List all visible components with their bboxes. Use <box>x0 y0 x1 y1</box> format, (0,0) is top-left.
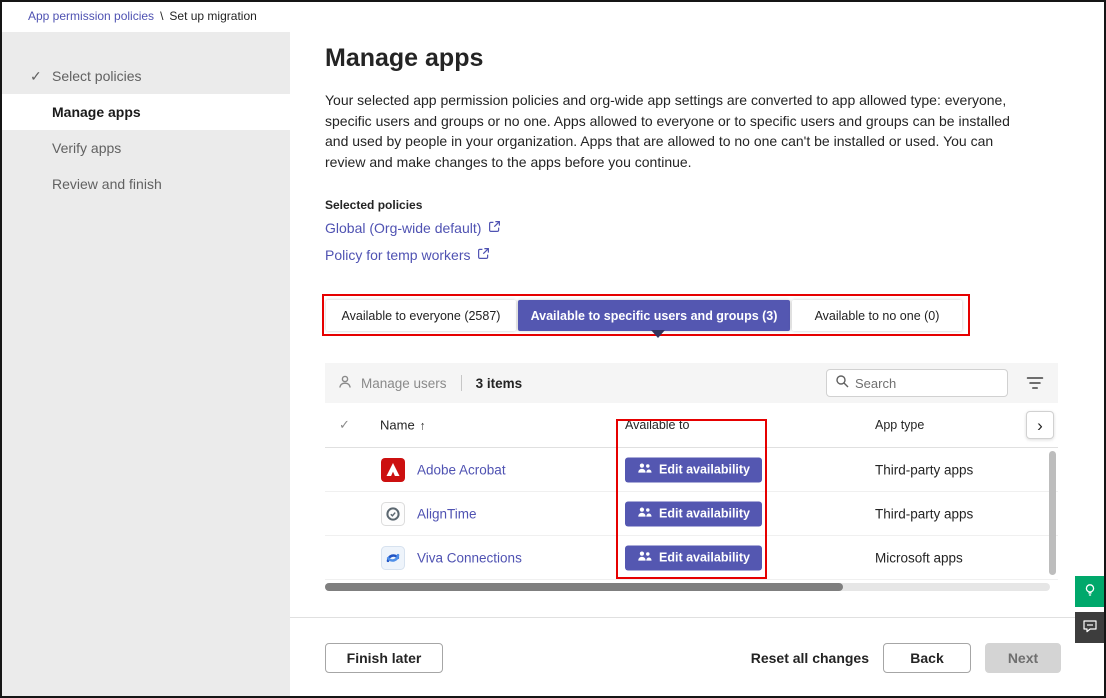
column-header-app-type[interactable]: App type <box>875 418 924 432</box>
external-link-icon <box>477 247 490 263</box>
viva-connections-icon <box>381 546 405 570</box>
check-icon: ✓ <box>30 67 42 84</box>
app-name-link[interactable]: Viva Connections <box>417 550 522 565</box>
sidebar-item-label: Manage apps <box>52 104 141 120</box>
feedback-button[interactable] <box>1075 612 1104 643</box>
policy-link-global[interactable]: Global (Org-wide default) <box>325 220 501 236</box>
lightbulb-icon <box>1082 582 1098 601</box>
table-row[interactable]: AlignTime Edit availability Third-party … <box>325 492 1058 536</box>
app-type-cell: Microsoft apps <box>875 550 963 565</box>
sidebar-item-label: Select policies <box>52 68 142 84</box>
sort-ascending-icon: ↑ <box>419 418 426 433</box>
external-link-icon <box>488 220 501 236</box>
manage-users-label: Manage users <box>361 375 447 391</box>
people-icon <box>637 507 652 521</box>
availability-tabs: Available to everyone (2587) Available t… <box>326 300 962 331</box>
top-bar: App permission policies \ Set up migrati… <box>0 0 1106 32</box>
app-name-link[interactable]: AlignTime <box>417 506 477 521</box>
footer-actions: Reset all changes Back Next <box>751 643 1061 673</box>
aligntime-icon <box>381 502 405 526</box>
scroll-columns-right-button[interactable]: › <box>1026 411 1054 439</box>
page-title: Manage apps <box>325 44 484 72</box>
tab-available-to-everyone[interactable]: Available to everyone (2587) <box>326 300 516 331</box>
items-count: 3 items <box>475 375 523 391</box>
back-button[interactable]: Back <box>883 643 971 673</box>
app-window: App permission policies \ Set up migrati… <box>0 0 1106 698</box>
tab-available-to-specific-users[interactable]: Available to specific users and groups (… <box>518 300 790 331</box>
tab-available-to-no-one[interactable]: Available to no one (0) <box>792 300 962 331</box>
reset-all-changes-button[interactable]: Reset all changes <box>751 650 869 666</box>
breadcrumb: App permission policies \ Set up migrati… <box>28 9 257 23</box>
selected-policies-label: Selected policies <box>325 198 423 212</box>
next-button[interactable]: Next <box>985 643 1061 673</box>
sidebar-item-verify-apps[interactable]: Verify apps <box>0 130 290 166</box>
sidebar-item-review-finish[interactable]: Review and finish <box>0 166 290 202</box>
filter-button[interactable] <box>1024 374 1046 392</box>
toolbar-divider <box>460 375 462 391</box>
vertical-scrollbar[interactable] <box>1049 451 1056 575</box>
column-header-name[interactable]: Name ↑ <box>380 418 426 433</box>
tips-button[interactable] <box>1075 576 1104 607</box>
search-box[interactable] <box>826 369 1008 397</box>
manage-users-button[interactable]: Manage users <box>337 374 447 393</box>
wizard-steps-sidebar: ✓ Select policies Manage apps Verify app… <box>0 32 290 698</box>
app-name-link[interactable]: Adobe Acrobat <box>417 462 506 477</box>
search-input[interactable] <box>855 375 999 391</box>
breadcrumb-separator: \ <box>160 9 164 23</box>
edit-availability-button[interactable]: Edit availability <box>625 501 763 526</box>
horizontal-scrollbar[interactable] <box>325 583 1050 591</box>
adobe-acrobat-icon <box>381 458 405 482</box>
breadcrumb-current: Set up migration <box>169 9 257 23</box>
feedback-bubble-icon <box>1082 618 1098 637</box>
page-description: Your selected app permission policies an… <box>325 92 1010 170</box>
table-row[interactable]: Adobe Acrobat Edit availability Third-pa… <box>325 448 1058 492</box>
policy-link-temp-workers[interactable]: Policy for temp workers <box>325 247 490 263</box>
edit-availability-button[interactable]: Edit availability <box>625 457 763 482</box>
table-toolbar: Manage users 3 items <box>325 363 1058 403</box>
column-header-available-to[interactable]: Available to <box>625 418 689 432</box>
person-icon <box>337 374 353 393</box>
breadcrumb-parent-link[interactable]: App permission policies <box>28 9 154 23</box>
people-icon <box>637 551 652 565</box>
people-icon <box>637 463 652 477</box>
policy-link-label[interactable]: Global (Org-wide default) <box>325 220 481 236</box>
apps-table: Manage users 3 items ✓ Name↑ <box>325 363 1058 591</box>
edit-availability-button[interactable]: Edit availability <box>625 545 763 570</box>
sidebar-item-label: Review and finish <box>52 176 162 192</box>
table-row[interactable]: Viva Connections Edit availability Micro… <box>325 536 1058 580</box>
finish-later-button[interactable]: Finish later <box>325 643 443 673</box>
search-icon <box>835 374 849 393</box>
select-all-check-icon[interactable]: ✓ <box>339 417 350 433</box>
active-tab-caret <box>651 330 665 338</box>
footer-divider <box>290 617 1106 618</box>
main-content: Manage apps Your selected app permission… <box>290 32 1106 698</box>
app-type-cell: Third-party apps <box>875 462 974 477</box>
app-type-cell: Third-party apps <box>875 506 974 521</box>
table-header-row: ✓ Name ↑ Available to App type › <box>325 403 1058 448</box>
policy-link-label[interactable]: Policy for temp workers <box>325 247 470 263</box>
sidebar-item-label: Verify apps <box>52 140 122 156</box>
sidebar-item-manage-apps[interactable]: Manage apps <box>0 94 290 130</box>
sidebar-item-select-policies[interactable]: ✓ Select policies <box>0 58 290 94</box>
horizontal-scrollbar-thumb[interactable] <box>325 583 843 591</box>
